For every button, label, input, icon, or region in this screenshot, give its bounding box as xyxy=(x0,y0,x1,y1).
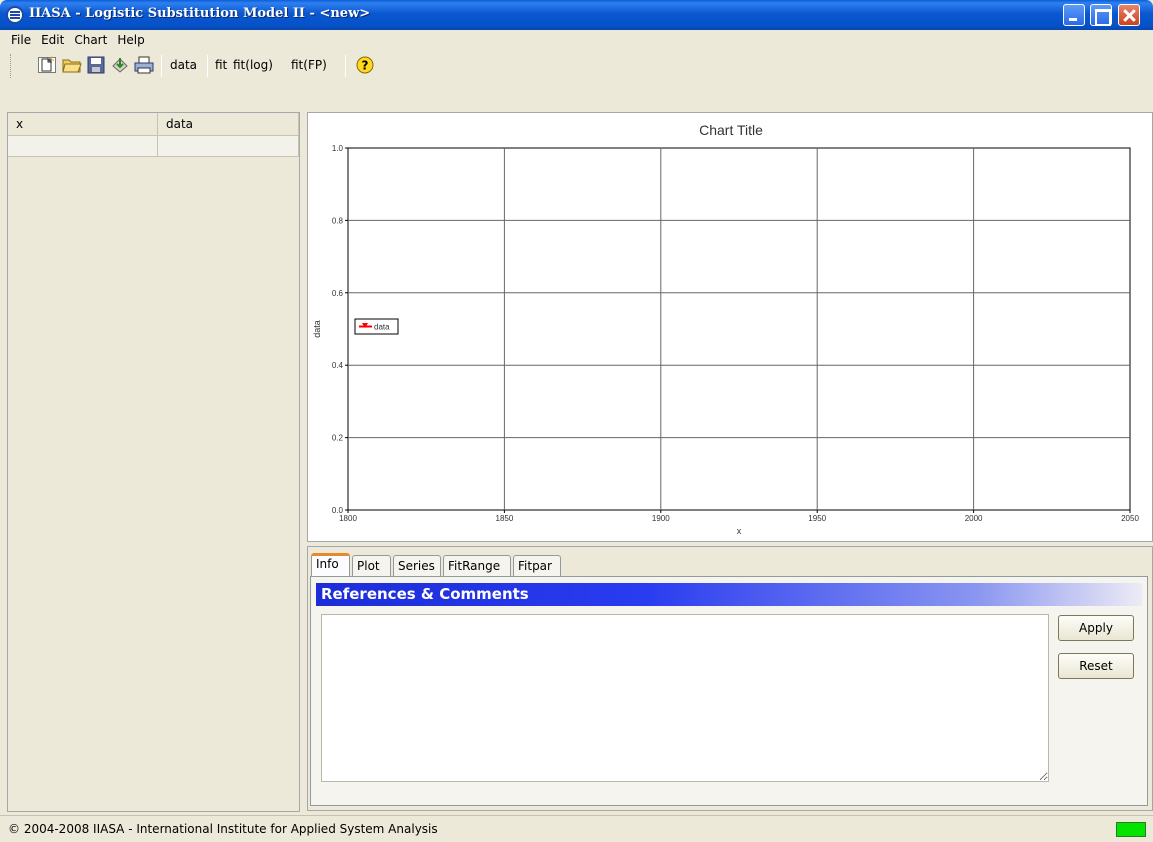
toolbar-separator xyxy=(345,55,346,77)
tab-series[interactable]: Series xyxy=(393,555,441,576)
chart-svg: Chart Title 1800 1850 1900 1950 2000 2050 0.0 0… xyxy=(312,122,1139,536)
chart-panel[interactable]: Chart Title 1800 1850 1900 1950 2000 2050 0.0 0… xyxy=(307,112,1153,542)
table-cell[interactable] xyxy=(158,136,299,157)
x-tick-label: 2000 xyxy=(965,514,983,523)
minimize-button[interactable] xyxy=(1063,4,1085,26)
menu-file[interactable]: File xyxy=(6,33,36,47)
y-tick-label: 0.8 xyxy=(332,216,344,225)
menu-chart[interactable]: Chart xyxy=(69,33,112,47)
svg-text:?: ? xyxy=(362,59,369,73)
toolbar-separator xyxy=(207,55,208,77)
fit-button[interactable]: fit xyxy=(215,58,227,72)
x-tick-label: 1900 xyxy=(652,514,670,523)
export-icon[interactable] xyxy=(110,56,130,74)
maximize-button[interactable] xyxy=(1090,4,1112,26)
reset-button[interactable]: Reset xyxy=(1058,653,1134,679)
legend-label: data xyxy=(374,323,390,332)
menu-help[interactable]: Help xyxy=(112,33,149,47)
column-header-data[interactable]: data xyxy=(158,113,299,136)
y-axis-label: data xyxy=(312,320,322,338)
x-tick-label: 1850 xyxy=(496,514,514,523)
data-button[interactable]: data xyxy=(170,58,197,72)
x-axis-label: x xyxy=(737,526,742,536)
fit-fp-button[interactable]: fit(FP) xyxy=(291,58,327,72)
fit-log-button[interactable]: fit(log) xyxy=(233,58,273,72)
save-icon[interactable] xyxy=(86,56,106,74)
open-folder-icon[interactable] xyxy=(62,56,82,74)
plot-area xyxy=(347,147,1131,511)
chart-title: Chart Title xyxy=(699,122,763,138)
print-icon[interactable] xyxy=(134,56,154,74)
info-tab-body: References & Comments Apply Reset xyxy=(310,576,1148,806)
menu-bar: File Edit Chart Help xyxy=(0,30,1153,50)
chart-legend[interactable]: data xyxy=(354,318,399,335)
y-tick-label: 1.0 xyxy=(332,144,344,153)
help-icon[interactable]: ? xyxy=(355,56,375,74)
window-title: IIASA - Logistic Substitution Model II -… xyxy=(29,6,371,21)
y-tick-label: 0.2 xyxy=(332,434,344,443)
new-icon[interactable] xyxy=(37,56,57,74)
x-tick-label: 2050 xyxy=(1121,514,1139,523)
toolbar: data fit fit(log) fit(FP) ? xyxy=(0,50,1153,80)
status-bar: © 2004-2008 IIASA - International Instit… xyxy=(0,815,1153,842)
x-tick-label: 1950 xyxy=(808,514,826,523)
title-bar[interactable]: IIASA - Logistic Substitution Model II -… xyxy=(0,0,1153,30)
copyright-text: © 2004-2008 IIASA - International Instit… xyxy=(8,822,438,836)
y-tick-label: 0.6 xyxy=(332,289,344,298)
apply-button[interactable]: Apply xyxy=(1058,615,1134,641)
data-table[interactable]: x data xyxy=(7,112,300,812)
toolbar-separator xyxy=(161,55,162,77)
references-header: References & Comments xyxy=(316,583,1142,606)
toolbar-grip[interactable] xyxy=(10,54,13,78)
tab-fitrange[interactable]: FitRange xyxy=(443,555,511,576)
column-header-x[interactable]: x xyxy=(8,113,158,136)
comments-textarea[interactable] xyxy=(321,614,1049,782)
close-button[interactable] xyxy=(1118,4,1140,26)
y-tick-label: 0.0 xyxy=(332,506,344,515)
x-tick-label: 1800 xyxy=(339,514,357,523)
menu-edit[interactable]: Edit xyxy=(36,33,69,47)
table-cell[interactable] xyxy=(8,136,158,157)
properties-panel: Info Plot Series FitRange Fitpar Referen… xyxy=(307,546,1153,811)
app-globe-icon xyxy=(6,6,24,24)
status-indicator xyxy=(1116,822,1146,837)
y-tick-label: 0.4 xyxy=(332,361,344,370)
tab-fitpar[interactable]: Fitpar xyxy=(513,555,561,576)
tab-plot[interactable]: Plot xyxy=(352,555,391,576)
tab-info[interactable]: Info xyxy=(311,553,350,577)
